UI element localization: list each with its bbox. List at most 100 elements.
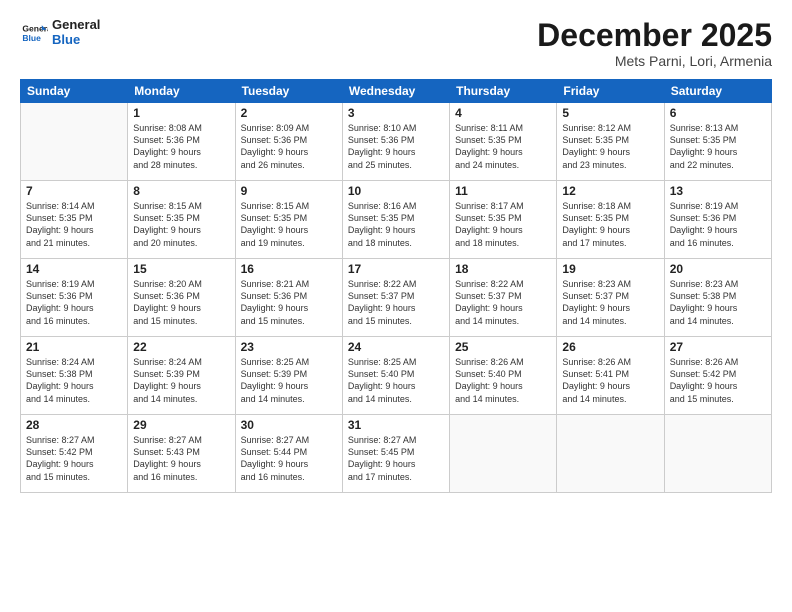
- day-info: Sunrise: 8:19 AM Sunset: 5:36 PM Dayligh…: [26, 278, 122, 327]
- location: Mets Parni, Lori, Armenia: [537, 53, 772, 69]
- day-info: Sunrise: 8:20 AM Sunset: 5:36 PM Dayligh…: [133, 278, 229, 327]
- day-number: 13: [670, 184, 766, 198]
- week-row-2: 7 Sunrise: 8:14 AM Sunset: 5:35 PM Daylig…: [21, 181, 772, 259]
- calendar-cell: 25 Sunrise: 8:26 AM Sunset: 5:40 PM Dayli…: [450, 337, 557, 415]
- day-info: Sunrise: 8:15 AM Sunset: 5:35 PM Dayligh…: [241, 200, 337, 249]
- day-number: 2: [241, 106, 337, 120]
- calendar-cell: [664, 415, 771, 493]
- calendar-cell: 26Sunrise: 8:26 AM Sunset: 5:41 PM Dayli…: [557, 337, 664, 415]
- day-header-thursday: Thursday: [450, 80, 557, 103]
- calendar-cell: 1 Sunrise: 8:08 AM Sunset: 5:36 PM Daylig…: [128, 103, 235, 181]
- day-number: 23: [241, 340, 337, 354]
- calendar-cell: 17 Sunrise: 8:22 AM Sunset: 5:37 PM Dayli…: [342, 259, 449, 337]
- day-number: 31: [348, 418, 444, 432]
- day-header-tuesday: Tuesday: [235, 80, 342, 103]
- calendar-cell: 6Sunrise: 8:13 AM Sunset: 5:35 PM Daylig…: [664, 103, 771, 181]
- day-info: Sunrise: 8:18 AM Sunset: 5:35 PM Dayligh…: [562, 200, 658, 249]
- calendar-cell: 22 Sunrise: 8:24 AM Sunset: 5:39 PM Dayli…: [128, 337, 235, 415]
- header: General Blue General Blue December 2025 …: [20, 18, 772, 69]
- day-number: 7: [26, 184, 122, 198]
- day-number: 19: [562, 262, 658, 276]
- calendar-header-row: SundayMondayTuesdayWednesdayThursdayFrid…: [21, 80, 772, 103]
- day-number: 5: [562, 106, 658, 120]
- calendar-cell: 27 Sunrise: 8:26 AM Sunset: 5:42 PM Dayli…: [664, 337, 771, 415]
- calendar-cell: 30Sunrise: 8:27 AM Sunset: 5:44 PM Dayli…: [235, 415, 342, 493]
- day-header-friday: Friday: [557, 80, 664, 103]
- logo-line1: General: [52, 18, 100, 33]
- calendar-cell: 3 Sunrise: 8:10 AM Sunset: 5:36 PM Daylig…: [342, 103, 449, 181]
- day-info: Sunrise: 8:19 AM Sunset: 5:36 PM Dayligh…: [670, 200, 766, 249]
- day-info: Sunrise: 8:27 AM Sunset: 5:43 PM Dayligh…: [133, 434, 229, 483]
- week-row-1: 1 Sunrise: 8:08 AM Sunset: 5:36 PM Daylig…: [21, 103, 772, 181]
- day-number: 26: [562, 340, 658, 354]
- day-info: Sunrise: 8:09 AM Sunset: 5:36 PM Dayligh…: [241, 122, 337, 171]
- day-number: 4: [455, 106, 551, 120]
- calendar-cell: 18Sunrise: 8:22 AM Sunset: 5:37 PM Dayli…: [450, 259, 557, 337]
- calendar-cell: 14 Sunrise: 8:19 AM Sunset: 5:36 PM Dayli…: [21, 259, 128, 337]
- logo-icon: General Blue: [20, 19, 48, 47]
- day-header-wednesday: Wednesday: [342, 80, 449, 103]
- calendar-cell: 21 Sunrise: 8:24 AM Sunset: 5:38 PM Dayli…: [21, 337, 128, 415]
- day-number: 10: [348, 184, 444, 198]
- day-number: 21: [26, 340, 122, 354]
- calendar-cell: 9Sunrise: 8:15 AM Sunset: 5:35 PM Daylig…: [235, 181, 342, 259]
- calendar-cell: 24 Sunrise: 8:25 AM Sunset: 5:40 PM Dayli…: [342, 337, 449, 415]
- day-info: Sunrise: 8:27 AM Sunset: 5:42 PM Dayligh…: [26, 434, 122, 483]
- logo-line2: Blue: [52, 33, 100, 48]
- day-info: Sunrise: 8:25 AM Sunset: 5:40 PM Dayligh…: [348, 356, 444, 405]
- calendar-cell: 11 Sunrise: 8:17 AM Sunset: 5:35 PM Dayli…: [450, 181, 557, 259]
- week-row-5: 28 Sunrise: 8:27 AM Sunset: 5:42 PM Dayli…: [21, 415, 772, 493]
- day-number: 1: [133, 106, 229, 120]
- day-number: 8: [133, 184, 229, 198]
- day-info: Sunrise: 8:17 AM Sunset: 5:35 PM Dayligh…: [455, 200, 551, 249]
- calendar-cell: 7 Sunrise: 8:14 AM Sunset: 5:35 PM Daylig…: [21, 181, 128, 259]
- day-info: Sunrise: 8:12 AM Sunset: 5:35 PM Dayligh…: [562, 122, 658, 171]
- day-info: Sunrise: 8:16 AM Sunset: 5:35 PM Dayligh…: [348, 200, 444, 249]
- day-number: 11: [455, 184, 551, 198]
- calendar-cell: 4Sunrise: 8:11 AM Sunset: 5:35 PM Daylig…: [450, 103, 557, 181]
- day-info: Sunrise: 8:23 AM Sunset: 5:37 PM Dayligh…: [562, 278, 658, 327]
- week-row-4: 21 Sunrise: 8:24 AM Sunset: 5:38 PM Dayli…: [21, 337, 772, 415]
- calendar-cell: 15 Sunrise: 8:20 AM Sunset: 5:36 PM Dayli…: [128, 259, 235, 337]
- calendar: SundayMondayTuesdayWednesdayThursdayFrid…: [20, 79, 772, 493]
- day-info: Sunrise: 8:27 AM Sunset: 5:44 PM Dayligh…: [241, 434, 337, 483]
- day-info: Sunrise: 8:26 AM Sunset: 5:42 PM Dayligh…: [670, 356, 766, 405]
- day-number: 28: [26, 418, 122, 432]
- logo: General Blue General Blue: [20, 18, 100, 48]
- day-info: Sunrise: 8:15 AM Sunset: 5:35 PM Dayligh…: [133, 200, 229, 249]
- day-info: Sunrise: 8:24 AM Sunset: 5:38 PM Dayligh…: [26, 356, 122, 405]
- calendar-cell: 2 Sunrise: 8:09 AM Sunset: 5:36 PM Daylig…: [235, 103, 342, 181]
- day-info: Sunrise: 8:10 AM Sunset: 5:36 PM Dayligh…: [348, 122, 444, 171]
- day-info: Sunrise: 8:22 AM Sunset: 5:37 PM Dayligh…: [348, 278, 444, 327]
- day-info: Sunrise: 8:24 AM Sunset: 5:39 PM Dayligh…: [133, 356, 229, 405]
- day-header-saturday: Saturday: [664, 80, 771, 103]
- day-info: Sunrise: 8:27 AM Sunset: 5:45 PM Dayligh…: [348, 434, 444, 483]
- day-number: 3: [348, 106, 444, 120]
- day-info: Sunrise: 8:22 AM Sunset: 5:37 PM Dayligh…: [455, 278, 551, 327]
- day-number: 17: [348, 262, 444, 276]
- day-info: Sunrise: 8:08 AM Sunset: 5:36 PM Dayligh…: [133, 122, 229, 171]
- day-info: Sunrise: 8:14 AM Sunset: 5:35 PM Dayligh…: [26, 200, 122, 249]
- calendar-cell: [557, 415, 664, 493]
- calendar-cell: 12 Sunrise: 8:18 AM Sunset: 5:35 PM Dayli…: [557, 181, 664, 259]
- calendar-cell: 20Sunrise: 8:23 AM Sunset: 5:38 PM Dayli…: [664, 259, 771, 337]
- calendar-cell: [21, 103, 128, 181]
- day-number: 15: [133, 262, 229, 276]
- day-number: 20: [670, 262, 766, 276]
- day-header-sunday: Sunday: [21, 80, 128, 103]
- calendar-cell: 10 Sunrise: 8:16 AM Sunset: 5:35 PM Dayli…: [342, 181, 449, 259]
- page: General Blue General Blue December 2025 …: [0, 0, 792, 612]
- day-number: 16: [241, 262, 337, 276]
- day-number: 22: [133, 340, 229, 354]
- day-number: 14: [26, 262, 122, 276]
- day-number: 12: [562, 184, 658, 198]
- day-number: 24: [348, 340, 444, 354]
- calendar-cell: [450, 415, 557, 493]
- day-number: 25: [455, 340, 551, 354]
- day-info: Sunrise: 8:26 AM Sunset: 5:40 PM Dayligh…: [455, 356, 551, 405]
- day-number: 27: [670, 340, 766, 354]
- week-row-3: 14 Sunrise: 8:19 AM Sunset: 5:36 PM Dayli…: [21, 259, 772, 337]
- calendar-cell: 5 Sunrise: 8:12 AM Sunset: 5:35 PM Daylig…: [557, 103, 664, 181]
- calendar-cell: 31 Sunrise: 8:27 AM Sunset: 5:45 PM Dayli…: [342, 415, 449, 493]
- calendar-cell: 23Sunrise: 8:25 AM Sunset: 5:39 PM Dayli…: [235, 337, 342, 415]
